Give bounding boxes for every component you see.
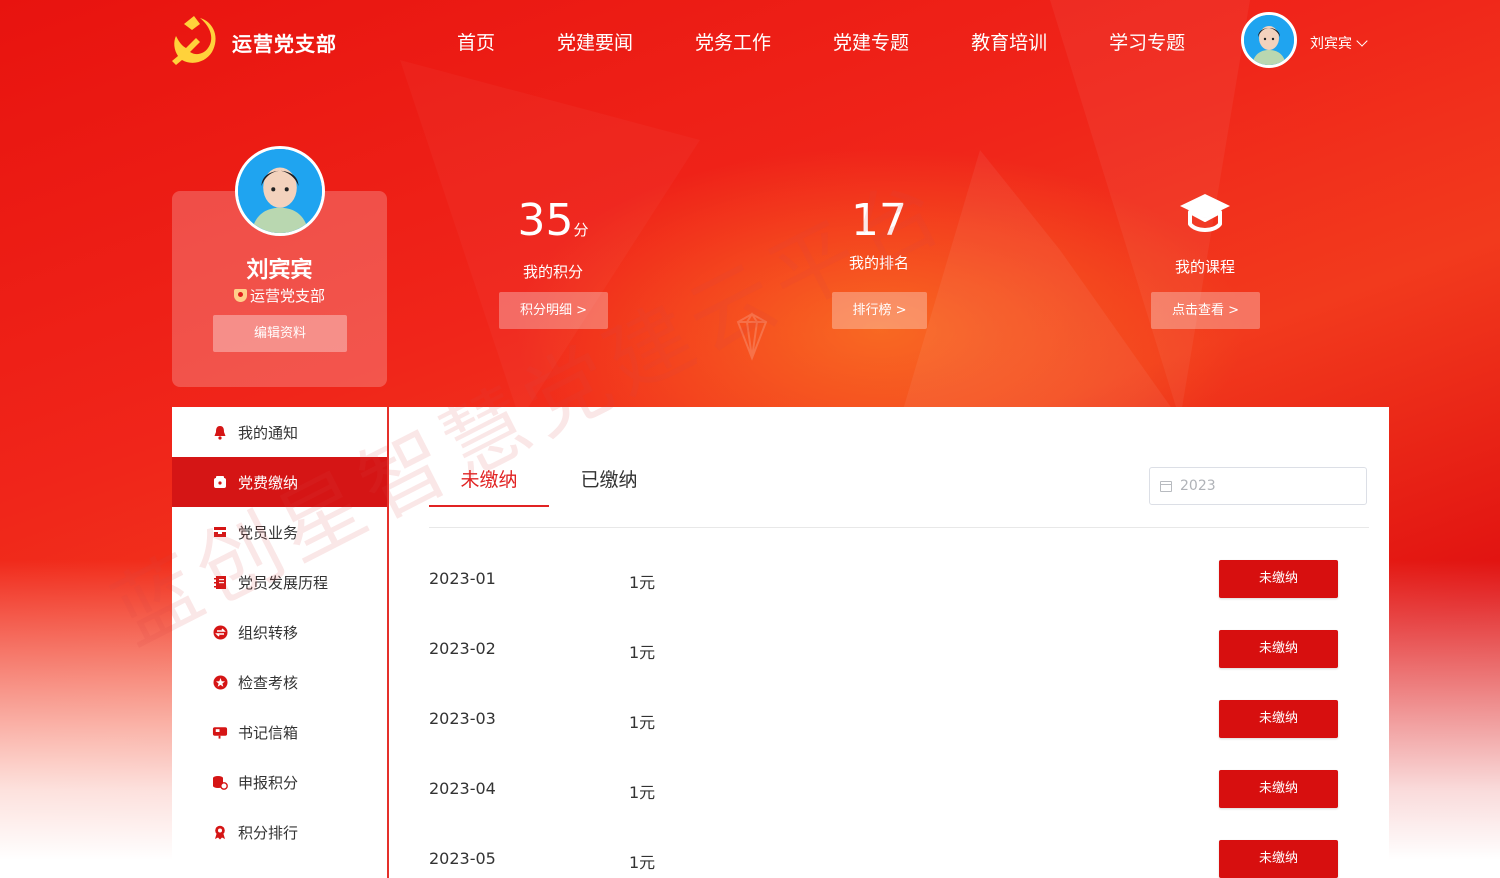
transfer-icon xyxy=(212,624,228,640)
user-menu[interactable]: 刘宾宾 xyxy=(1310,33,1368,53)
wallet-icon xyxy=(212,474,228,490)
dues-row: 2023-03 1元 未缴纳 xyxy=(429,699,1369,739)
sidebar-item-development[interactable]: 党员发展历程 xyxy=(172,557,387,607)
course-stat: 我的课程 xyxy=(1142,190,1268,277)
chevron-down-icon xyxy=(1356,34,1368,47)
profile-avatar xyxy=(235,146,325,236)
dues-period: 2023-03 xyxy=(429,709,496,728)
sidebar-item-secretary-mailbox[interactable]: 书记信箱 xyxy=(172,707,387,757)
sidebar-menu: 我的通知 党费缴纳 党员业务 党员发展历程 组织转移 检查考核 书记信箱 申报积… xyxy=(172,407,389,878)
pay-button[interactable]: 未缴纳 xyxy=(1219,560,1338,598)
bell-icon xyxy=(212,424,228,440)
sidebar-item-transfer[interactable]: 组织转移 xyxy=(172,607,387,657)
edit-profile-button[interactable]: 编辑资料 xyxy=(213,315,347,352)
main-nav: 首页 党建要闻 党务工作 党建专题 教育培训 学习专题 xyxy=(457,28,1247,55)
points-unit: 分 xyxy=(573,221,589,239)
dues-row: 2023-02 1元 未缴纳 xyxy=(429,629,1369,669)
user-name: 刘宾宾 xyxy=(1310,36,1352,52)
sidebar-item-label: 组织转移 xyxy=(238,623,299,642)
sidebar-item-points-ranking[interactable]: 积分排行 xyxy=(172,807,387,857)
dues-period: 2023-02 xyxy=(429,639,496,658)
points-label: 我的积分 xyxy=(522,263,583,281)
leaderboard-button[interactable]: 排行榜 > xyxy=(832,292,927,329)
points-detail-button[interactable]: 积分明细 > xyxy=(499,292,608,329)
rank-stat: 17 我的排名 xyxy=(816,196,942,273)
nav-party-topics[interactable]: 党建专题 xyxy=(833,28,909,55)
sidebar-item-inspection[interactable]: 检查考核 xyxy=(172,657,387,707)
rank-value: 17 xyxy=(851,195,907,246)
dues-row: 2023-05 1元 未缴纳 xyxy=(429,839,1369,878)
sidebar-item-label: 申报积分 xyxy=(238,773,299,792)
nav-party-news[interactable]: 党建要闻 xyxy=(557,28,633,55)
dues-amount: 1元 xyxy=(629,783,656,802)
sidebar-item-label: 书记信箱 xyxy=(238,723,299,742)
calendar-icon xyxy=(1160,480,1172,492)
pay-button[interactable]: 未缴纳 xyxy=(1219,630,1338,668)
dues-tabs: 未缴纳 已缴纳 xyxy=(429,465,669,507)
dues-amount: 1元 xyxy=(629,643,656,662)
top-navbar: 运营党支部 首页 党建要闻 党务工作 党建专题 教育培训 学习专题 刘宾宾 xyxy=(0,0,1500,84)
dues-amount: 1元 xyxy=(629,853,656,872)
user-avatar[interactable] xyxy=(1241,12,1297,68)
nav-education[interactable]: 教育培训 xyxy=(971,28,1047,55)
tray-icon xyxy=(212,524,228,540)
course-label: 我的课程 xyxy=(1174,258,1235,276)
sidebar-item-label: 党费缴纳 xyxy=(238,473,299,492)
mailbox-icon xyxy=(212,724,228,740)
sidebar-item-label: 党员发展历程 xyxy=(238,573,329,592)
dues-row: 2023-04 1元 未缴纳 xyxy=(429,769,1369,809)
coins-icon xyxy=(212,774,228,790)
star-icon xyxy=(212,674,228,690)
pay-button[interactable]: 未缴纳 xyxy=(1219,700,1338,738)
profile-branch-label: 运营党支部 xyxy=(249,287,325,305)
tab-divider xyxy=(429,527,1369,528)
year-picker[interactable]: 2023 xyxy=(1149,467,1367,505)
pay-button[interactable]: 未缴纳 xyxy=(1219,840,1338,878)
points-stat: 35分 我的积分 xyxy=(490,196,616,282)
sidebar-item-member-business[interactable]: 党员业务 xyxy=(172,507,387,557)
tab-unpaid[interactable]: 未缴纳 xyxy=(429,465,549,507)
sidebar-item-label: 积分排行 xyxy=(238,823,299,842)
profile-name: 刘宾宾 xyxy=(246,258,313,283)
dues-panel: 未缴纳 已缴纳 2023 2023-01 1元 未缴纳 2023-02 1元 未… xyxy=(389,407,1389,878)
view-courses-button[interactable]: 点击查看 > xyxy=(1151,292,1260,329)
dues-amount: 1元 xyxy=(629,573,656,592)
sidebar-item-declare-points[interactable]: 申报积分 xyxy=(172,757,387,807)
party-emblem-logo xyxy=(172,16,216,65)
dues-row: 2023-01 1元 未缴纳 xyxy=(429,559,1369,599)
nav-study-topics[interactable]: 学习专题 xyxy=(1109,28,1185,55)
points-value: 35 xyxy=(517,195,574,246)
dues-period: 2023-04 xyxy=(429,779,496,798)
pay-button[interactable]: 未缴纳 xyxy=(1219,770,1338,808)
graduation-cap-icon xyxy=(1180,194,1230,232)
dues-amount: 1元 xyxy=(629,713,656,732)
nav-home[interactable]: 首页 xyxy=(457,28,495,55)
sidebar-item-dues[interactable]: 党费缴纳 xyxy=(172,457,387,507)
profile-branch: 运营党支部 xyxy=(172,285,387,306)
dues-period: 2023-05 xyxy=(429,849,496,868)
shield-icon xyxy=(233,289,247,302)
year-value: 2023 xyxy=(1180,478,1216,494)
sidebar-item-label: 我的通知 xyxy=(238,423,299,442)
rank-label: 我的排名 xyxy=(848,254,909,272)
sidebar-item-notifications[interactable]: 我的通知 xyxy=(172,407,387,457)
tab-paid[interactable]: 已缴纳 xyxy=(549,465,669,505)
dues-period: 2023-01 xyxy=(429,569,496,588)
ribbon-icon xyxy=(212,824,228,840)
brand-title[interactable]: 运营党支部 xyxy=(232,28,337,57)
notebook-icon xyxy=(212,574,228,590)
sidebar-item-label: 党员业务 xyxy=(238,523,299,542)
nav-party-affairs[interactable]: 党务工作 xyxy=(695,28,771,55)
sidebar-item-label: 检查考核 xyxy=(238,673,299,692)
